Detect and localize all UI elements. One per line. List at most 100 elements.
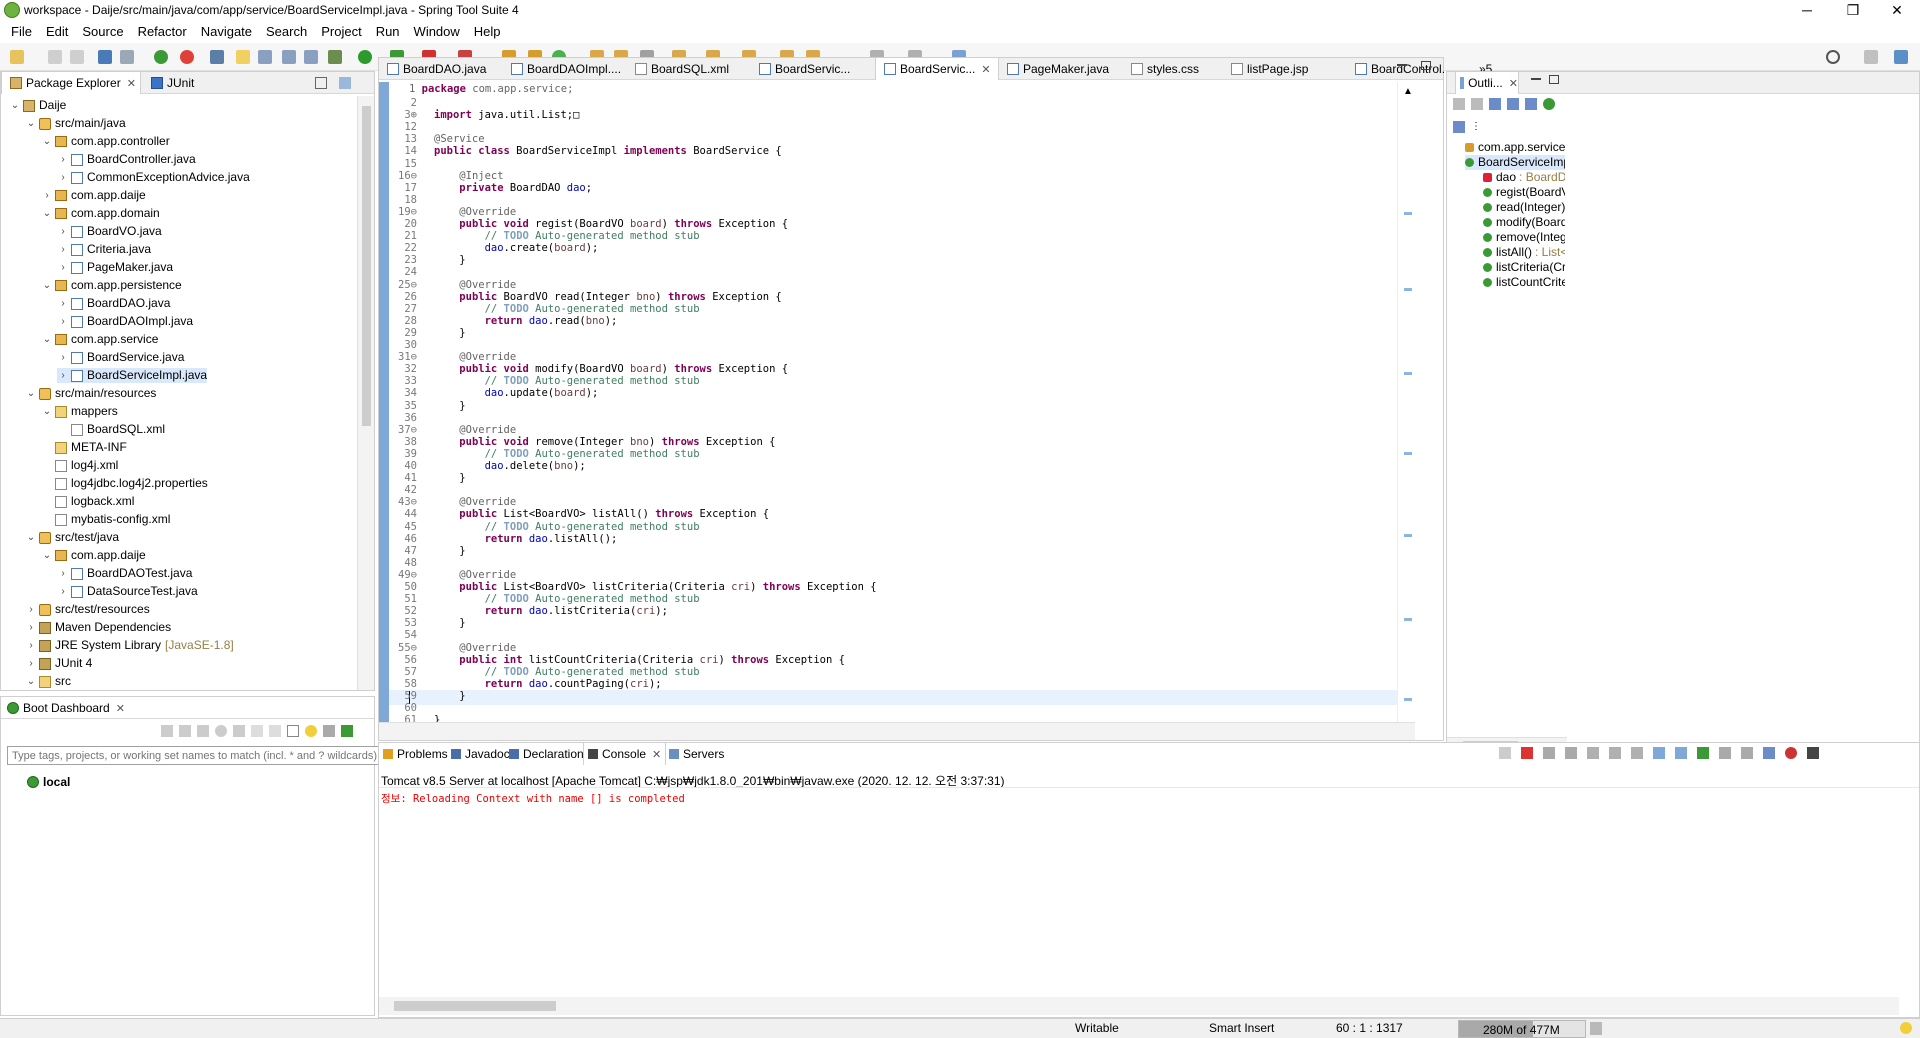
outline-item[interactable]: listAll(): List< [1483,245,1565,260]
code-line[interactable]: } [434,689,465,704]
collapse-all-icon[interactable] [315,77,327,89]
clear-console-icon[interactable] [1587,747,1599,759]
tree-item[interactable]: › BoardController.java [57,152,195,167]
collapsed-chevron-icon[interactable]: › [41,190,53,202]
menu-search[interactable]: Search [259,24,314,39]
tree-item[interactable]: mybatis-config.xml [41,512,170,527]
tab-package-explorer[interactable]: Package Explorer ✕ [1,72,141,94]
tree-item[interactable]: › BoardDAOTest.java [57,566,192,581]
tree-item[interactable]: META-INF [41,440,127,455]
tree-item[interactable]: ⌄ src [25,674,71,688]
collapsed-chevron-icon[interactable]: › [57,370,69,382]
code-line[interactable]: return dao.countPaging(cri); [434,677,662,692]
heap-status[interactable]: 280M of 477M [1458,1020,1586,1038]
collapsed-chevron-icon[interactable]: › [57,172,69,184]
skip-breakpoints-icon[interactable] [120,50,134,64]
menu-source[interactable]: Source [75,24,130,39]
editor-tab[interactable]: PageMaker.java [999,58,1123,80]
tab-junit[interactable]: JUnit [147,72,194,94]
close-button[interactable]: ✕ [1874,0,1920,20]
menu-edit[interactable]: Edit [39,24,75,39]
expanded-chevron-icon[interactable]: ⌄ [25,676,37,688]
code-line[interactable]: import java.util.List;□ [434,108,579,123]
minimize-editor-icon[interactable] [1397,64,1407,66]
outline-item[interactable]: listCriteria(Crit [1483,260,1565,275]
outline-item[interactable]: modify(Board [1483,215,1565,230]
editor-tab[interactable]: BoardServic... [751,58,875,80]
code-line[interactable]: } [434,616,465,631]
menu-run[interactable]: Run [369,24,407,39]
tree-item[interactable]: › Maven Dependencies [25,620,171,635]
save-all-icon[interactable] [70,50,84,64]
outline-menu-icon[interactable]: ⋮ [1471,121,1483,133]
minimize-outline-icon[interactable] [1531,78,1541,80]
tree-item[interactable]: ⌄ src/main/java [25,116,126,131]
edit-icon[interactable] [269,725,281,737]
maximize-button[interactable]: ❐ [1830,0,1876,20]
console-option-icon[interactable] [1763,747,1775,759]
tree-item[interactable]: › BoardService.java [57,350,184,365]
code-line[interactable]: return dao.listCriteria(cri); [434,604,668,619]
status-cursor-position[interactable]: 60 : 1 : 1317 [1336,1021,1403,1035]
tree-item[interactable]: ⌄ com.app.domain [41,206,160,221]
tab-boot-dashboard[interactable]: Boot Dashboard ✕ [7,697,125,719]
editor-tab[interactable]: styles.css [1123,58,1223,80]
collapsed-chevron-icon[interactable]: › [25,622,37,634]
expanded-chevron-icon[interactable]: ⌄ [25,118,37,130]
tab-servers[interactable]: Servers [669,743,724,765]
tree-item[interactable]: ⌄ com.app.controller [41,134,170,149]
collapsed-chevron-icon[interactable]: › [57,226,69,238]
editor-tab[interactable]: BoardDAOImpl.... [503,58,627,80]
run-icon[interactable] [358,50,372,64]
ruler-mark[interactable] [1404,452,1412,455]
tree-item[interactable]: › BoardServiceImpl.java [57,368,208,383]
tree-item[interactable]: › com.app.daije [41,188,145,203]
menu-help[interactable]: Help [467,24,508,39]
code-line[interactable]: } [434,253,465,268]
menu-file[interactable]: File [4,24,39,39]
console-color-icon[interactable] [1785,747,1797,759]
tree-item[interactable]: log4j.xml [41,458,118,473]
tree-item[interactable]: › BoardVO.java [57,224,161,239]
tree-scrollbar-thumb[interactable] [362,106,371,426]
code-line[interactable]: public class BoardServiceImpl implements… [434,144,782,159]
expanded-chevron-icon[interactable]: ⌄ [41,136,53,148]
tree-item[interactable]: ⌄ com.app.persistence [41,278,182,293]
tree-item[interactable]: ⌄ Daije [9,98,67,113]
expanded-chevron-icon[interactable]: ⌄ [41,550,53,562]
console-min-icon[interactable] [1807,747,1819,759]
show-stderr-icon[interactable] [1675,747,1687,759]
console-scroll-thumb[interactable] [394,1001,556,1011]
debug-icon[interactable] [179,725,191,737]
tip-bulb-icon[interactable] [1900,1022,1912,1034]
console-h-scrollbar[interactable] [379,997,1899,1015]
gc-trash-icon[interactable] [1590,1022,1602,1035]
java-perspective-icon[interactable] [1894,50,1908,64]
ruler-mark[interactable] [1404,534,1412,537]
add-icon[interactable] [341,725,353,737]
close-icon[interactable]: ✕ [652,748,661,761]
editor-tab[interactable]: listPage.jsp [1223,58,1347,80]
tree-item[interactable]: logback.xml [41,494,134,509]
show-whitespace-icon[interactable] [304,50,318,64]
hide-static-icon[interactable] [1507,98,1519,110]
tree-item[interactable]: ⌄ src/test/java [25,530,119,545]
code-line[interactable]: } [434,544,465,559]
scroll-up-icon[interactable]: ▲ [1403,86,1413,97]
menu-refactor[interactable]: Refactor [131,24,194,39]
tab-problems[interactable]: Problems [383,743,448,765]
maximize-outline-icon[interactable] [1549,75,1559,84]
outline-item[interactable]: com.app.service [1465,140,1565,155]
filter-icon[interactable] [323,725,335,737]
code-area[interactable]: 1 package com.app.service; 2 3⊕ import jav… [379,82,1415,740]
highlight-icon[interactable] [236,50,250,64]
tree-item[interactable]: › CommonExceptionAdvice.java [57,170,249,185]
collapsed-chevron-icon[interactable]: › [57,352,69,364]
editor-overview-ruler[interactable]: ▲ [1397,82,1415,722]
boot-dashboard-local-item[interactable]: local [27,775,70,789]
tree-item[interactable]: ⌄ src/main/resources [25,386,157,401]
minimize-button[interactable]: ─ [1784,0,1830,20]
outline-item[interactable]: read(Integer) : [1483,200,1565,215]
remove-launch-icon[interactable] [1543,747,1555,759]
scroll-lock-icon[interactable] [1609,747,1621,759]
